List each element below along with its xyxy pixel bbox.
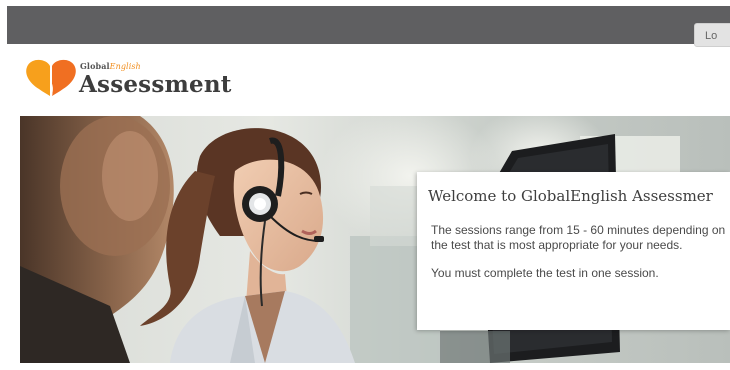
bottom-strip [0, 363, 730, 370]
welcome-title: Welcome to GlobalEnglish Assessmer [428, 187, 713, 205]
single-session-text: You must complete the test in one sessio… [431, 266, 659, 280]
login-button[interactable]: Lo [694, 23, 730, 47]
top-bar [7, 6, 730, 44]
site-header: GlobalEnglish Assessment [7, 44, 730, 114]
welcome-panel: Welcome to GlobalEnglish Assessmer The s… [417, 172, 730, 330]
brand-small-text: GlobalEnglish [80, 61, 141, 71]
page: GlobalEnglish Assessment Lo Welcome to G… [0, 0, 730, 370]
brand-title: Assessment [79, 71, 232, 98]
brand-small-prefix: Global [80, 61, 110, 71]
globalenglish-logo-icon[interactable] [23, 56, 79, 100]
session-duration-text: The sessions range from 15 - 60 minutes … [431, 223, 726, 252]
brand-small-italic: English [109, 62, 141, 71]
